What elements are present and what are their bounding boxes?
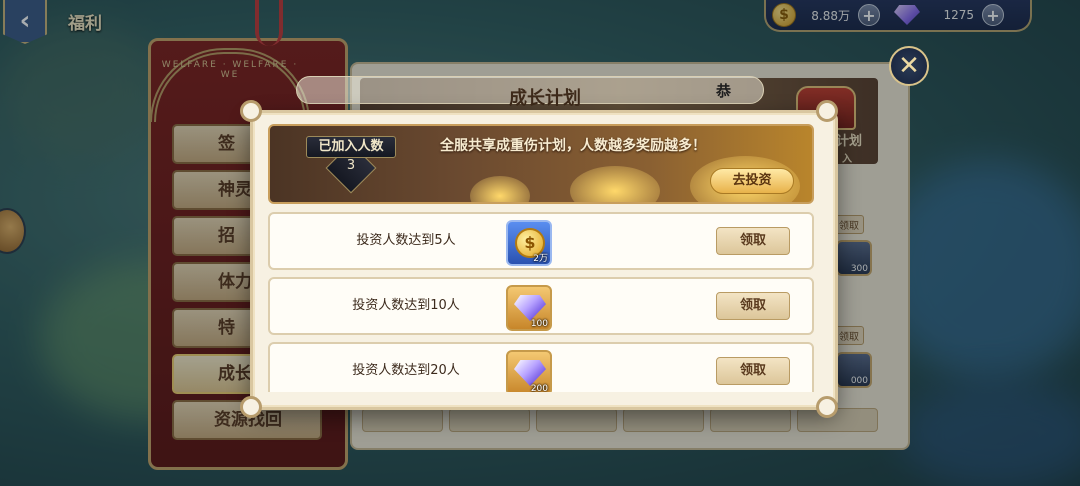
- joined-count-label: 已加入人数: [306, 136, 396, 158]
- reward-row: 投资人数达到5人 $ 2万 领取: [268, 212, 814, 270]
- corner-ornament: [240, 396, 262, 418]
- close-icon: ✕: [898, 51, 920, 81]
- reward-quantity: 100: [530, 319, 548, 329]
- dialog-title-right: 恭: [716, 82, 732, 100]
- close-button[interactable]: ✕: [889, 46, 929, 86]
- reward-row: 投资人数达到10人 100 领取: [268, 277, 814, 335]
- joined-count-plate: 已加入人数 3: [306, 134, 396, 194]
- reward-condition: 投资人数达到10人: [352, 298, 460, 313]
- dialog-title: 成长计划: [509, 88, 581, 109]
- corner-ornament: [816, 396, 838, 418]
- reward-quantity: 200: [530, 384, 548, 392]
- claim-button[interactable]: 领取: [716, 292, 790, 320]
- corner-ornament: [816, 100, 838, 122]
- reward-row: 投资人数达到20人 200 领取: [268, 342, 814, 392]
- claim-button[interactable]: 领取: [716, 357, 790, 385]
- joined-count-value: 3: [346, 158, 356, 173]
- reward-quantity: 2万: [533, 254, 548, 264]
- corner-ornament: [240, 100, 262, 122]
- reward-condition: 投资人数达到20人: [352, 363, 460, 378]
- reward-item[interactable]: 100: [506, 285, 552, 331]
- banner-description: 全服共享成重伤计划，人数越多奖励越多！: [440, 138, 706, 154]
- claim-button[interactable]: 领取: [716, 227, 790, 255]
- reward-list: 投资人数达到5人 $ 2万 领取 投资人数达到10人 100 领取 投资人数达到…: [268, 212, 814, 392]
- invest-button[interactable]: 去投资: [710, 168, 794, 194]
- gem-icon: [514, 295, 546, 321]
- gem-icon: [514, 360, 546, 386]
- reward-item[interactable]: 200: [506, 350, 552, 392]
- reward-item[interactable]: $ 2万: [506, 220, 552, 266]
- reward-condition: 投资人数达到5人: [356, 233, 456, 248]
